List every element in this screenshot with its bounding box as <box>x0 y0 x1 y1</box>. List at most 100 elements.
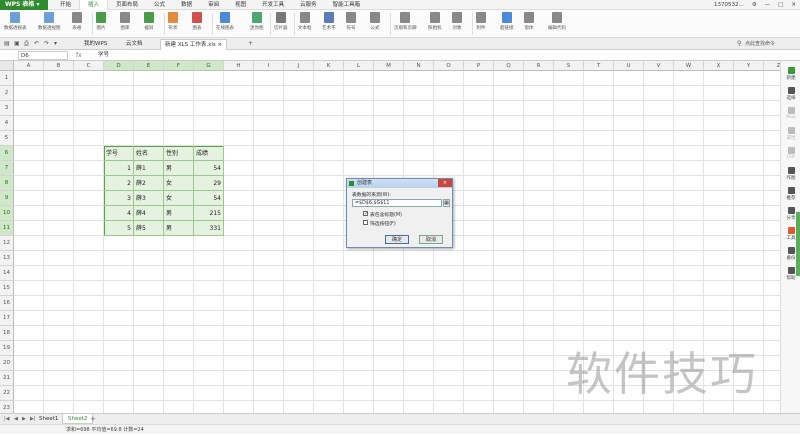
table-header-cell[interactable]: 性别 <box>164 146 194 161</box>
column-header-v[interactable]: V <box>644 61 674 71</box>
ribbon-item-formula[interactable]: 公式 <box>370 12 380 31</box>
table-cell[interactable]: 54 <box>194 161 224 176</box>
undo-icon[interactable]: ↶ <box>34 39 39 49</box>
account-name[interactable]: 1370532... <box>710 2 748 8</box>
redo-icon[interactable]: ↷ <box>44 39 49 49</box>
ribbon-item-shape[interactable]: 形状 <box>168 12 178 31</box>
row-header-17[interactable]: 17 <box>0 311 14 326</box>
row-header-14[interactable]: 14 <box>0 266 14 281</box>
row-header-12[interactable]: 12 <box>0 236 14 251</box>
column-header-t[interactable]: T <box>584 61 614 71</box>
table-cell[interactable]: 2 <box>104 176 134 191</box>
find-command-input[interactable]: 点此查找命令 <box>745 39 775 49</box>
fx-icon[interactable]: fx <box>76 50 82 61</box>
more-icon[interactable]: ▾ <box>54 39 57 49</box>
select-all-corner[interactable] <box>0 61 14 71</box>
ribbon-item-image[interactable]: 图片 <box>96 12 106 31</box>
row-header-23[interactable]: 23 <box>0 401 14 413</box>
menu-item[interactable]: 审阅 <box>200 0 227 10</box>
column-header-e[interactable]: E <box>134 61 164 71</box>
column-header-i[interactable]: I <box>254 61 284 71</box>
column-header-r[interactable]: R <box>524 61 554 71</box>
row-header-2[interactable]: 2 <box>0 86 14 101</box>
new-tab-icon[interactable]: + <box>248 39 253 49</box>
filter-checkbox[interactable] <box>363 220 368 225</box>
row-header-18[interactable]: 18 <box>0 326 14 341</box>
ribbon-item-pivot-table[interactable]: 数据透视表 <box>4 12 27 31</box>
row-header-20[interactable]: 20 <box>0 356 14 371</box>
print-icon[interactable]: ⎙ <box>24 39 29 49</box>
column-header-u[interactable]: U <box>614 61 644 71</box>
row-header-11[interactable]: 11 <box>0 221 14 236</box>
name-box[interactable]: D6 <box>18 51 68 60</box>
column-header-w[interactable]: W <box>674 61 704 71</box>
ribbon-item-camera[interactable]: 照相机 <box>428 12 442 31</box>
side-panel-item[interactable]: 新建 <box>781 67 800 81</box>
table-cell[interactable]: 54 <box>194 191 224 206</box>
tab-cloud-docs[interactable]: 云文档 <box>122 39 147 50</box>
column-header-c[interactable]: C <box>74 61 104 71</box>
column-header-l[interactable]: L <box>344 61 374 71</box>
cancel-button[interactable]: 取消 <box>419 235 443 244</box>
table-cell[interactable]: 5 <box>104 221 134 236</box>
row-header-22[interactable]: 22 <box>0 386 14 401</box>
range-input[interactable]: =$D$6:$G$11 <box>352 199 442 207</box>
row-header-8[interactable]: 8 <box>0 176 14 191</box>
column-header-x[interactable]: X <box>704 61 734 71</box>
menu-item[interactable]: 页面布局 <box>108 0 146 10</box>
side-panel-item[interactable]: 推荐 <box>781 187 800 201</box>
table-cell[interactable]: 1 <box>104 161 134 176</box>
table-cell[interactable]: 薛3 <box>134 191 164 206</box>
ribbon-item-table[interactable]: 表格 <box>72 12 82 31</box>
has-headers-checkbox[interactable]: ✓ <box>363 211 368 217</box>
menu-item[interactable]: 智能工具箱 <box>325 0 369 10</box>
row-header-21[interactable]: 21 <box>0 371 14 386</box>
row-header-10[interactable]: 10 <box>0 206 14 221</box>
row-header-4[interactable]: 4 <box>0 116 14 131</box>
menu-item[interactable]: 开发工具 <box>254 0 292 10</box>
table-cell[interactable]: 215 <box>194 206 224 221</box>
table-cell[interactable]: 薛5 <box>134 221 164 236</box>
ribbon-item-sparkline[interactable]: 迷你图 <box>250 12 264 31</box>
column-header-p[interactable]: P <box>464 61 494 71</box>
maximize-icon[interactable]: □ <box>774 2 787 8</box>
ribbon-item-pivot-chart[interactable]: 数据透视图 <box>38 12 61 31</box>
table-header-cell[interactable]: 成绩 <box>194 146 224 161</box>
app-menu-button[interactable]: WPS 表格 ▾ <box>0 0 48 10</box>
table-cell[interactable]: 男 <box>164 221 194 236</box>
row-header-16[interactable]: 16 <box>0 296 14 311</box>
table-cell[interactable]: 29 <box>194 176 224 191</box>
menu-item[interactable]: 视图 <box>227 0 254 10</box>
ribbon-item-online-chart[interactable]: 在线图表 <box>216 12 234 31</box>
column-header-a[interactable]: A <box>14 61 44 71</box>
column-header-h[interactable]: H <box>224 61 254 71</box>
row-header-3[interactable]: 3 <box>0 101 14 116</box>
menu-item[interactable]: 云服务 <box>292 0 325 10</box>
side-panel-item[interactable]: 作图 <box>781 167 800 181</box>
ribbon-item-textbox[interactable]: 文本框 <box>298 12 312 31</box>
table-cell[interactable]: 薛4 <box>134 206 164 221</box>
column-header-y[interactable]: Y <box>734 61 764 71</box>
column-header-z[interactable]: Z <box>764 61 780 71</box>
tab-new-xls[interactable]: 新建 XLS 工作表.xls × <box>160 39 228 50</box>
ribbon-item-symbol[interactable]: 符号 <box>346 12 356 31</box>
ribbon-item-screenshot[interactable]: 截屏 <box>144 12 154 31</box>
menu-item[interactable]: 公式 <box>146 0 173 10</box>
ribbon-item-hyperlink[interactable]: 超链接 <box>500 12 514 31</box>
column-header-n[interactable]: N <box>404 61 434 71</box>
table-cell[interactable]: 4 <box>104 206 134 221</box>
save-icon[interactable]: ▣ <box>14 39 20 49</box>
formula-input[interactable]: 学号 <box>98 50 109 61</box>
column-header-o[interactable]: O <box>434 61 464 71</box>
ribbon-item-form[interactable]: 窗体 <box>524 12 534 31</box>
close-icon[interactable]: ✕ <box>787 2 800 8</box>
sheet-tab-sheet1[interactable]: Sheet1 <box>34 414 63 424</box>
settings-icon[interactable]: ⚙ <box>748 2 761 8</box>
row-header-13[interactable]: 13 <box>0 251 14 266</box>
table-cell[interactable]: 男 <box>164 161 194 176</box>
ribbon-item-attachment[interactable]: 附件 <box>476 12 486 31</box>
column-header-q[interactable]: Q <box>494 61 524 71</box>
column-header-f[interactable]: F <box>164 61 194 71</box>
column-header-b[interactable]: B <box>44 61 74 71</box>
open-folder-icon[interactable]: ▤ <box>4 39 10 49</box>
